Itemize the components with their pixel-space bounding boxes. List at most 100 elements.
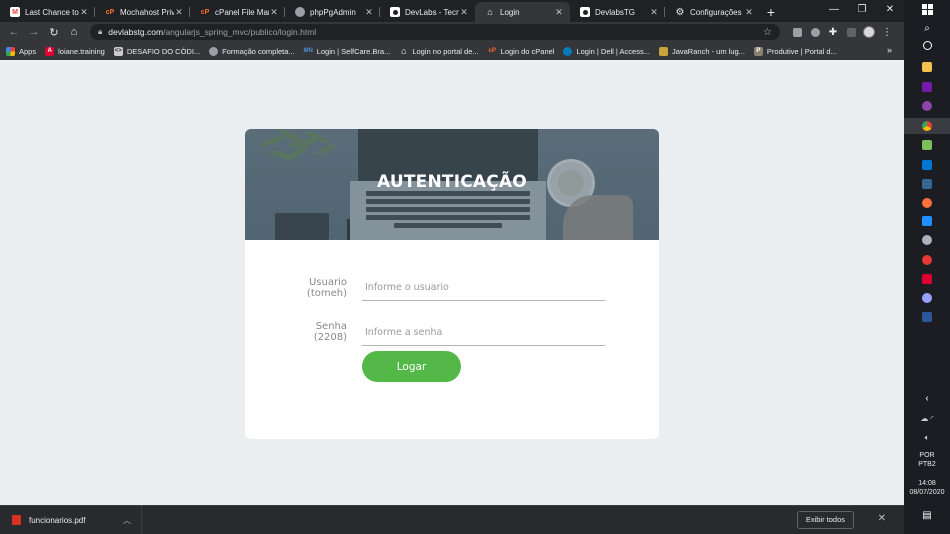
tab-cpanel-file-manager[interactable]: cP cPanel File Mana ✕	[190, 2, 285, 22]
profile-avatar[interactable]	[860, 22, 878, 42]
login-card: AUTENTICAÇÃO Usuario (tomeh) Senha (2208…	[245, 129, 659, 439]
close-icon[interactable]: ✕	[269, 7, 279, 18]
windows-taskbar: ⌕ ‹ ☁ ◜ 🔈︎ POR PTB2 14:08 08/07/2020 ▤	[904, 0, 950, 534]
app-icon[interactable]	[904, 101, 950, 111]
puzzle-icon[interactable]: ✚	[824, 22, 842, 42]
tab-label: Mochahost Priva	[120, 7, 174, 17]
bookmark-produtive[interactable]: P Produtive | Portal d...	[753, 46, 837, 56]
windows-start-icon[interactable]	[904, 4, 950, 15]
extension-icon[interactable]	[788, 22, 806, 42]
more-bookmarks-icon[interactable]: »	[887, 45, 892, 55]
tab-mochahost[interactable]: cP Mochahost Priva ✕	[95, 2, 190, 22]
chrome-icon[interactable]	[904, 118, 950, 134]
bookmark-javaranch[interactable]: JavaRanch - um lug...	[658, 46, 745, 56]
onenote-icon[interactable]	[904, 82, 950, 92]
lock-icon[interactable]: 🔒︎	[98, 27, 102, 37]
close-icon[interactable]: ✕	[79, 7, 89, 18]
tab-phppgadmin[interactable]: phpPgAdmin ✕	[285, 2, 380, 22]
extension-icon[interactable]	[806, 22, 824, 42]
bookmark-desafio[interactable]: <> DESAFIO DO CÓDI...	[113, 46, 200, 56]
back-icon[interactable]: ←	[4, 26, 24, 38]
bookmark-apps[interactable]: Apps	[6, 46, 36, 56]
cpanel-icon: cP	[488, 48, 496, 54]
tab-strip: M Last Chance to R ✕ cP Mochahost Priva …	[0, 0, 904, 22]
reload-icon[interactable]: ↻	[44, 26, 64, 39]
bookmark-selfcare[interactable]: MN Login | SelfCare.Bra...	[304, 47, 391, 56]
bookmark-formacao[interactable]: Formação completa...	[209, 46, 295, 56]
java-icon	[658, 46, 668, 56]
word-icon[interactable]	[904, 312, 950, 322]
close-window-icon[interactable]: ✕	[876, 0, 904, 20]
outlook-icon[interactable]	[904, 160, 950, 170]
password-input[interactable]	[362, 320, 605, 346]
tab-configuracoes[interactable]: ⚙ Configurações ✕	[665, 2, 760, 22]
password-label: Senha (2208)	[313, 321, 347, 343]
minimize-icon[interactable]: —	[820, 0, 848, 20]
devlabs-icon	[580, 7, 590, 17]
restore-icon[interactable]: ❐	[848, 0, 876, 20]
close-icon[interactable]: ✕	[459, 7, 469, 18]
close-icon[interactable]: ✕	[649, 7, 659, 18]
globe-icon	[209, 46, 219, 56]
window-controls: — ❐ ✕	[820, 0, 904, 20]
new-tab-button[interactable]: +	[760, 2, 782, 22]
clock[interactable]: 14:08 08/07/2020	[904, 479, 950, 497]
menu-icon[interactable]: ⋮	[878, 22, 896, 42]
home-icon: ⌂	[401, 46, 407, 56]
close-icon[interactable]: ✕	[364, 7, 374, 18]
login-button[interactable]: Logar	[362, 351, 461, 382]
bookmark-icon: <>	[113, 46, 123, 56]
username-input[interactable]	[362, 275, 605, 301]
tab-devlabstg[interactable]: DevlabsTG ✕	[570, 2, 665, 22]
download-item[interactable]: funcionarios.pdf ︿	[0, 506, 142, 534]
home-icon[interactable]: ⌂	[64, 26, 84, 38]
tab-label: DevlabsTG	[595, 7, 636, 17]
tab-label: Last Chance to R	[25, 7, 79, 17]
bookmark-portal[interactable]: ⌂ Login no portal de...	[399, 46, 479, 56]
gear-icon: ⚙	[675, 6, 685, 18]
notepad-icon[interactable]	[904, 140, 950, 150]
bookmarks-bar: Apps Aloiane.training <> DESAFIO DO CÓDI.…	[0, 42, 904, 60]
angular-icon[interactable]	[904, 274, 950, 284]
cpanel-icon: cP	[200, 8, 210, 16]
app-icon[interactable]	[904, 235, 950, 245]
tab-gmail[interactable]: M Last Chance to R ✕	[0, 2, 95, 22]
volume-icon[interactable]: 🔈︎	[904, 433, 950, 443]
extension-icon[interactable]	[842, 22, 860, 42]
forward-icon[interactable]: →	[24, 26, 44, 38]
app-icon[interactable]	[904, 293, 950, 303]
close-icon[interactable]: ✕	[174, 7, 184, 18]
network-icon[interactable]: ☁ ◜	[904, 414, 950, 423]
devlabs-icon	[390, 7, 400, 17]
bookmark-dell[interactable]: Login | Dell | Access...	[563, 46, 650, 56]
show-all-button[interactable]: Exibir todos	[796, 511, 854, 529]
url-path: /angularjs_spring_mvc/publico/login.html	[163, 27, 317, 37]
search-icon[interactable]: ⌕	[904, 23, 950, 34]
tab-login[interactable]: ⌂ Login ✕	[475, 2, 570, 22]
app-icon[interactable]	[904, 179, 950, 189]
tab-devlabs[interactable]: DevLabs - Tecno ✕	[380, 2, 475, 22]
login-title: AUTENTICAÇÃO	[377, 172, 527, 192]
close-icon[interactable]: ✕	[878, 513, 886, 524]
page-content: AUTENTICAÇÃO Usuario (tomeh) Senha (2208…	[0, 60, 904, 505]
cortana-icon[interactable]	[904, 41, 950, 50]
chevron-up-icon[interactable]: ︿	[123, 515, 131, 526]
app-icon[interactable]	[904, 255, 950, 265]
bookmark-loiane[interactable]: Aloiane.training	[45, 46, 105, 56]
file-explorer-icon[interactable]	[904, 62, 950, 72]
notification-icon[interactable]: ▤	[904, 510, 950, 521]
vscode-icon[interactable]	[904, 216, 950, 226]
bookmark-cpanel[interactable]: cP Login do cPanel	[488, 47, 554, 56]
close-icon[interactable]: ✕	[744, 7, 754, 18]
dell-icon	[563, 46, 573, 56]
address-bar[interactable]: 🔒︎ devlabstg.com/angularjs_spring_mvc/pu…	[90, 24, 780, 40]
bookmark-icon: P	[753, 46, 763, 56]
apps-icon	[6, 46, 15, 56]
language-indicator[interactable]: POR PTB2	[904, 451, 950, 469]
star-icon[interactable]: ☆	[763, 27, 772, 38]
close-icon[interactable]: ✕	[554, 7, 564, 18]
chevron-left-icon[interactable]: ‹	[904, 393, 950, 404]
home-icon: ⌂	[487, 7, 493, 17]
download-filename: funcionarios.pdf	[29, 515, 86, 525]
firefox-icon[interactable]	[904, 198, 950, 208]
